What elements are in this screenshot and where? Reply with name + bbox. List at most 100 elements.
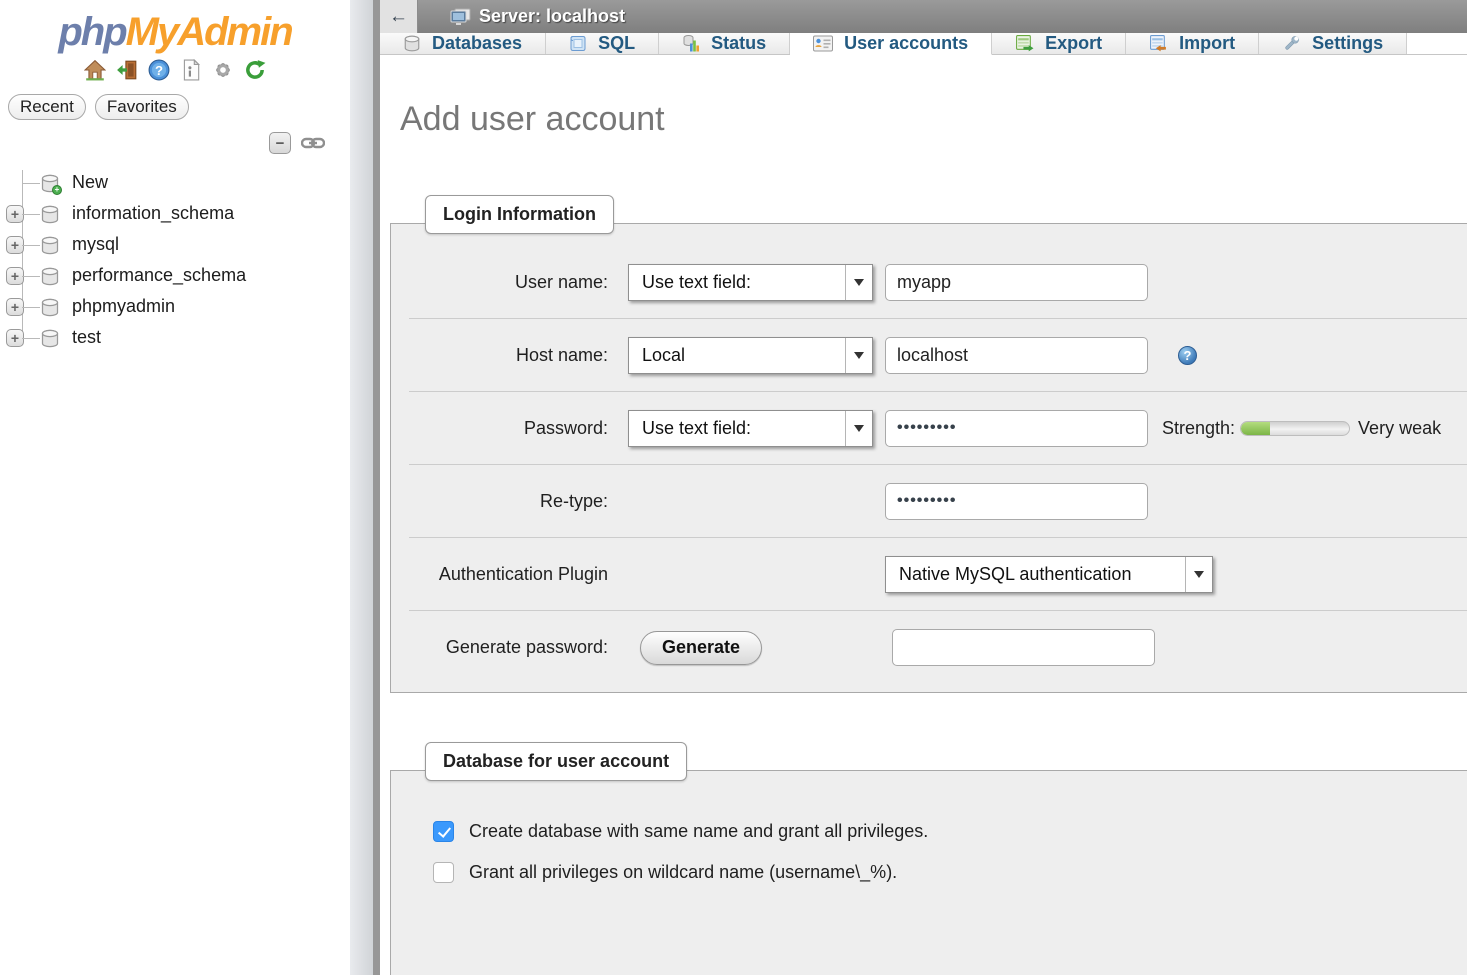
generate-password-row: Generate password: Generate bbox=[409, 611, 1467, 684]
tab-label: SQL bbox=[598, 33, 635, 54]
grant-wildcard-checkbox-row[interactable]: Grant all privileges on wildcard name (u… bbox=[433, 862, 1467, 883]
recent-tables-button[interactable]: Recent bbox=[8, 94, 86, 120]
strength-meter-fill bbox=[1241, 422, 1270, 435]
tab-user-accounts[interactable]: User accounts bbox=[790, 33, 992, 55]
logo-myadmin: MyAdmin bbox=[126, 10, 292, 54]
database-icon bbox=[40, 297, 60, 318]
databases-icon bbox=[403, 34, 421, 53]
username-type-select[interactable]: Use text field: bbox=[628, 264, 873, 301]
auth-plugin-select[interactable]: Native MySQL authentication bbox=[885, 556, 1213, 593]
quick-access-buttons: Recent Favorites bbox=[8, 94, 350, 120]
tree-stub bbox=[22, 245, 40, 246]
tab-import[interactable]: Import bbox=[1126, 33, 1259, 54]
login-information-legend: Login Information bbox=[425, 195, 614, 234]
tree-stub bbox=[22, 307, 40, 308]
tree-item-label[interactable]: phpmyadmin bbox=[72, 296, 175, 317]
username-row: User name: Use text field: bbox=[409, 246, 1467, 319]
home-icon[interactable] bbox=[83, 58, 107, 82]
phpmyadmin-app: phpMyAdmin ? Recent Favorites bbox=[0, 0, 1467, 975]
server-icon bbox=[450, 7, 472, 27]
generate-button[interactable]: Generate bbox=[640, 631, 762, 665]
logout-icon[interactable] bbox=[115, 58, 139, 82]
create-database-checkbox[interactable] bbox=[433, 821, 454, 842]
export-icon bbox=[1015, 34, 1034, 53]
tab-label: Status bbox=[711, 33, 766, 54]
retype-label: Re-type: bbox=[409, 491, 628, 512]
tree-item-phpmyadmin[interactable]: + phpmyadmin bbox=[0, 292, 350, 323]
help-icon[interactable]: ? bbox=[147, 58, 171, 82]
tab-status[interactable]: Status bbox=[659, 33, 790, 54]
server-breadcrumb: Server: localhost bbox=[450, 6, 625, 27]
password-type-select[interactable]: Use text field: bbox=[628, 410, 873, 447]
tree-panel-buttons: − bbox=[0, 132, 325, 154]
phpmyadmin-logo[interactable]: phpMyAdmin bbox=[0, 10, 350, 54]
tree-item-label[interactable]: New bbox=[72, 172, 108, 193]
refresh-icon[interactable] bbox=[243, 58, 267, 82]
tab-settings[interactable]: Settings bbox=[1259, 33, 1407, 54]
auth-plugin-row: Authentication Plugin Native MySQL authe… bbox=[409, 538, 1467, 611]
sidebar-toolbar: ? bbox=[0, 58, 350, 82]
collapse-all-icon[interactable]: − bbox=[269, 132, 291, 154]
status-icon bbox=[682, 34, 700, 53]
tree-item-label[interactable]: test bbox=[72, 327, 101, 348]
tab-label: Settings bbox=[1312, 33, 1383, 54]
docs-icon[interactable] bbox=[179, 58, 203, 82]
generate-password-label: Generate password: bbox=[409, 637, 628, 658]
tab-label: Export bbox=[1045, 33, 1102, 54]
database-icon bbox=[40, 266, 60, 287]
tree-stub bbox=[22, 214, 40, 215]
strength-text: Very weak bbox=[1358, 418, 1441, 439]
select-value: Use text field: bbox=[642, 272, 751, 293]
tree-stub bbox=[22, 338, 40, 339]
tree-item-performance-schema[interactable]: + performance_schema bbox=[0, 261, 350, 292]
tree-item-new-database[interactable]: + New bbox=[0, 168, 350, 199]
create-database-label: Create database with same name and grant… bbox=[469, 821, 928, 842]
link-with-main-panel-icon[interactable] bbox=[301, 136, 325, 150]
tree-item-label[interactable]: information_schema bbox=[72, 203, 234, 224]
grant-wildcard-checkbox[interactable] bbox=[433, 862, 454, 883]
tree-item-test[interactable]: + test bbox=[0, 323, 350, 354]
chevron-down-icon bbox=[845, 265, 872, 300]
generated-password-input[interactable] bbox=[892, 629, 1155, 666]
database-icon bbox=[40, 204, 60, 225]
user-accounts-icon bbox=[813, 35, 833, 52]
tree-item-information-schema[interactable]: + information_schema bbox=[0, 199, 350, 230]
tree-item-mysql[interactable]: + mysql bbox=[0, 230, 350, 261]
password-label: Password: bbox=[409, 418, 628, 439]
chevron-down-icon bbox=[845, 411, 872, 446]
sidebar-resize-handle[interactable] bbox=[373, 0, 380, 975]
back-arrow-button[interactable]: ← bbox=[380, 0, 418, 33]
username-input[interactable] bbox=[885, 264, 1148, 301]
hostname-label: Host name: bbox=[409, 345, 628, 366]
login-information-fieldset: Login Information User name: Use text fi… bbox=[390, 223, 1467, 693]
page-title: Add user account bbox=[400, 99, 1467, 139]
tree-item-label[interactable]: performance_schema bbox=[72, 265, 246, 286]
database-tree: + New + information_schema + mysql bbox=[0, 168, 350, 354]
password-row: Password: Use text field: Strength: bbox=[409, 392, 1467, 465]
hostname-help-icon[interactable]: ? bbox=[1178, 346, 1197, 365]
database-icon bbox=[40, 235, 60, 256]
navigation-sidebar: phpMyAdmin ? Recent Favorites bbox=[0, 0, 350, 975]
chevron-down-icon bbox=[845, 338, 872, 373]
database-icon bbox=[40, 328, 60, 349]
tab-databases[interactable]: Databases bbox=[380, 33, 546, 54]
password-input[interactable] bbox=[885, 410, 1148, 447]
database-for-user-account-fieldset: Database for user account Create databas… bbox=[390, 770, 1467, 975]
sql-icon bbox=[569, 34, 587, 53]
hostname-input[interactable] bbox=[885, 337, 1148, 374]
create-database-checkbox-row[interactable]: Create database with same name and grant… bbox=[433, 821, 1467, 842]
svg-text:?: ? bbox=[155, 63, 163, 78]
hostname-type-select[interactable]: Local bbox=[628, 337, 873, 374]
wrench-icon bbox=[1282, 34, 1301, 53]
tab-export[interactable]: Export bbox=[992, 33, 1126, 54]
tab-sql[interactable]: SQL bbox=[546, 33, 659, 54]
top-tab-bar: Databases SQL Status User accounts bbox=[380, 33, 1467, 55]
tab-label: Import bbox=[1179, 33, 1235, 54]
strength-label: Strength: bbox=[1162, 418, 1235, 439]
retype-password-input[interactable] bbox=[885, 483, 1148, 520]
favorite-tables-button[interactable]: Favorites bbox=[95, 94, 189, 120]
server-title-text: Server: localhost bbox=[479, 6, 625, 27]
tree-item-label[interactable]: mysql bbox=[72, 234, 119, 255]
settings-icon[interactable] bbox=[211, 58, 235, 82]
tree-stub bbox=[22, 276, 40, 277]
